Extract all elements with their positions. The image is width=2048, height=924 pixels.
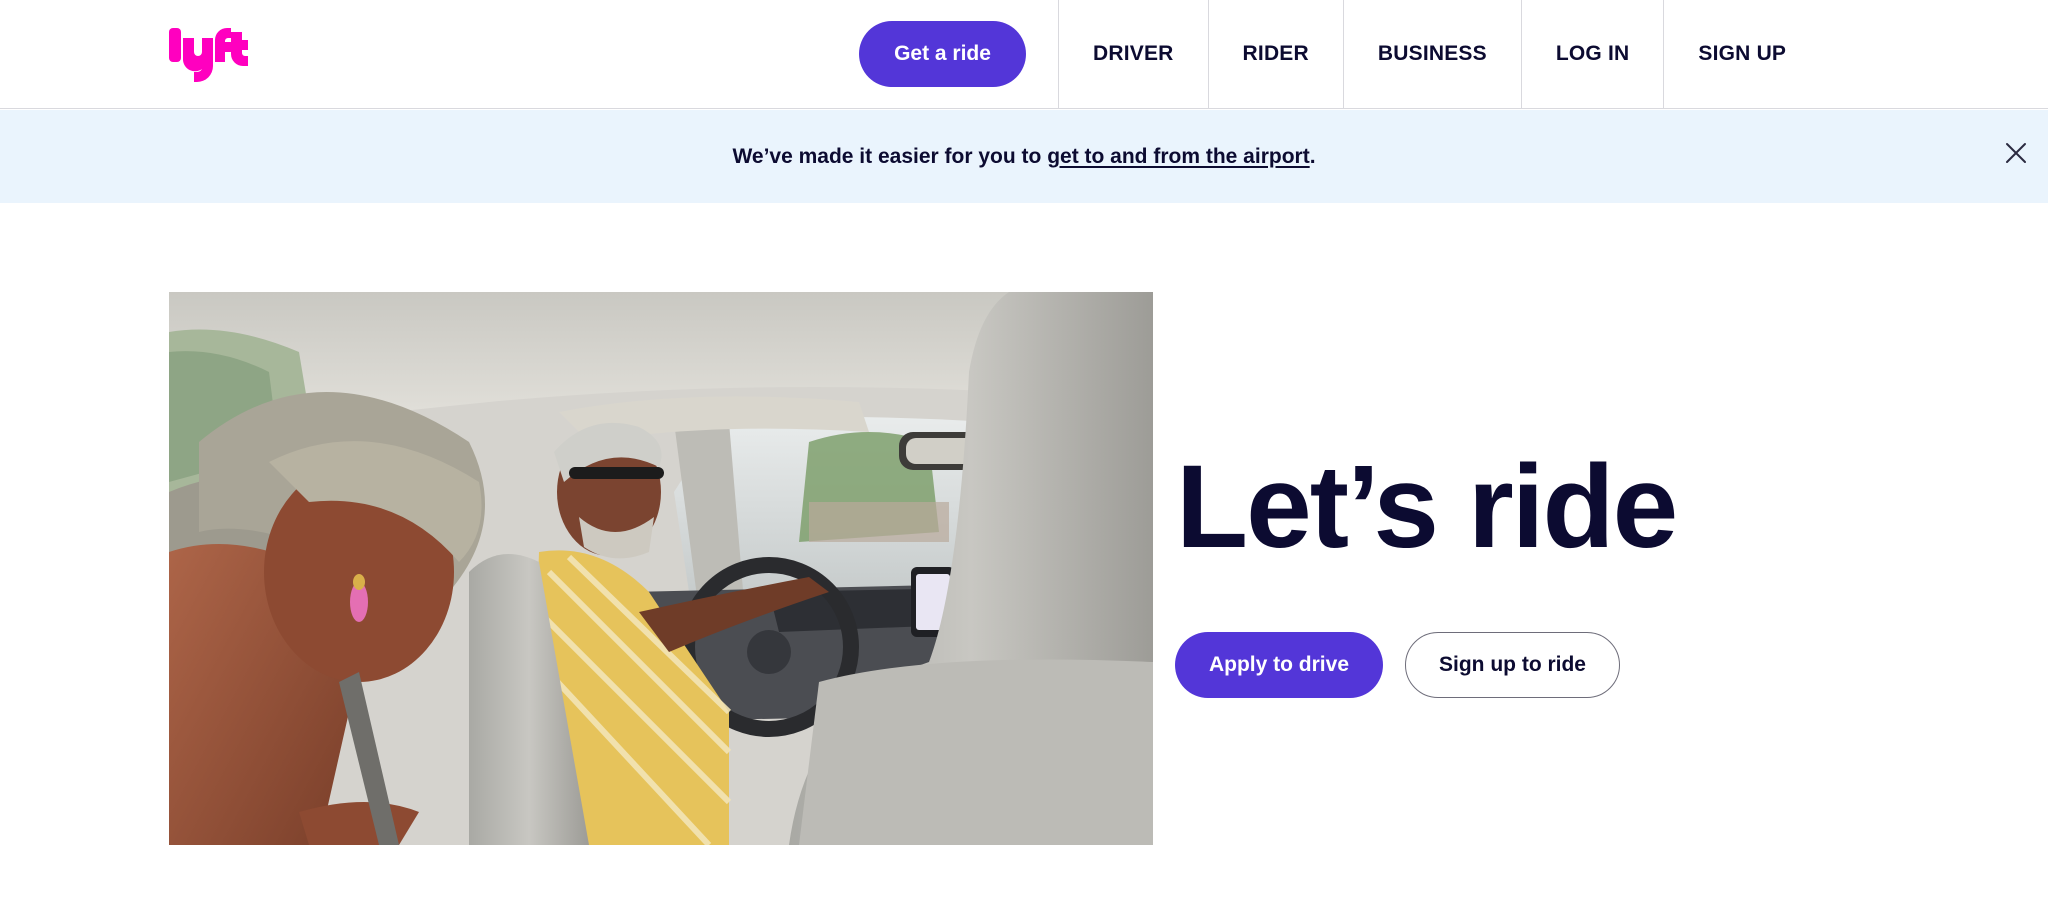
apply-to-drive-button[interactable]: Apply to drive: [1175, 632, 1383, 698]
hero-photo-illustration: [169, 292, 1153, 845]
site-header: Get a ride DRIVER RIDER BUSINESS LOG IN …: [0, 0, 2048, 109]
airport-banner: We’ve made it easier for you to get to a…: [0, 110, 2048, 203]
nav-rider[interactable]: RIDER: [1207, 0, 1343, 108]
airport-link[interactable]: get to and from the airport: [1047, 145, 1310, 168]
sign-up-to-ride-button[interactable]: Sign up to ride: [1405, 632, 1620, 698]
main-nav: DRIVER RIDER BUSINESS LOG IN SIGN UP: [1058, 0, 1820, 108]
nav-sign-up[interactable]: SIGN UP: [1663, 0, 1820, 108]
nav-driver[interactable]: DRIVER: [1058, 0, 1208, 108]
banner-text-after: .: [1309, 144, 1316, 168]
close-icon: [2006, 143, 2026, 163]
banner-text-before: We’ve made it easier for you to: [732, 144, 1048, 168]
hero-title: Let’s ride: [1176, 441, 1678, 573]
lyft-logo[interactable]: [168, 24, 250, 82]
lyft-logo-icon: [169, 28, 248, 82]
banner-text: We’ve made it easier for you to get to a…: [732, 145, 1315, 169]
banner-close-button[interactable]: [1996, 133, 2036, 173]
nav-log-in[interactable]: LOG IN: [1520, 0, 1664, 108]
nav-business[interactable]: BUSINESS: [1342, 0, 1521, 108]
get-a-ride-button[interactable]: Get a ride: [859, 21, 1026, 87]
hero-photo: [169, 292, 1153, 845]
